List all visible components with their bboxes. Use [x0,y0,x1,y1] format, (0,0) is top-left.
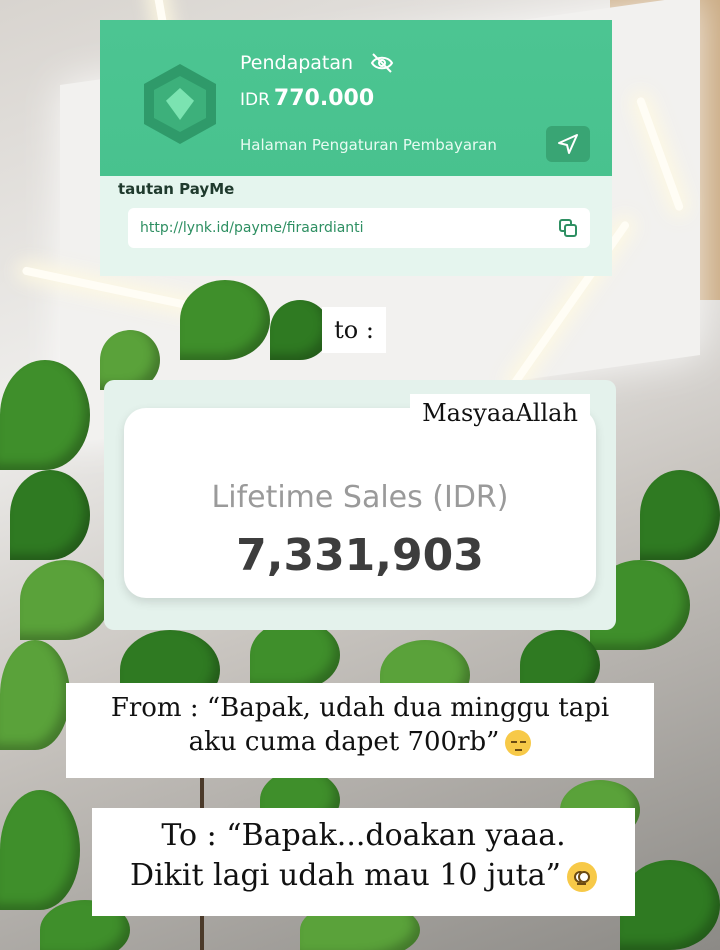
pleading-face-icon [566,861,597,892]
leaf [0,360,90,470]
payme-url-field[interactable]: http://lynk.id/payme/firaardianti [128,208,590,248]
earnings-amount: IDR 770.000 [240,86,374,111]
earnings-title: Pendapatan [240,52,354,74]
caption-from-line1: From : “Bapak, udah dua minggu tapi [110,693,610,723]
lifetime-sales-title: Lifetime Sales (IDR) [211,480,509,515]
copy-icon[interactable] [558,218,578,238]
leaf [10,470,90,560]
caption-to: to : [322,307,386,353]
leaf [0,640,70,750]
leaf [180,280,270,360]
eye-off-icon[interactable] [370,52,394,74]
caption-from-line2: aku cuma dapet 700rb” [188,727,500,758]
leaf [270,300,330,360]
caption-to-line1: To : “Bapak...doakan yaaa. [161,818,566,853]
payment-settings-link[interactable]: Halaman Pengaturan Pembayaran [240,136,497,154]
send-icon [558,134,578,154]
pensive-face-icon [505,730,532,757]
caption-to-line2-wrap: Dikit lagi udah mau 10 juta” [92,856,635,896]
caption-to-line2: Dikit lagi udah mau 10 juta” [130,857,561,893]
leaf [620,860,720,950]
leaf [250,620,340,690]
leaf [0,790,80,910]
caption-from-line2-wrap: aku cuma dapet 700rb” [66,725,654,759]
payme-label: tautan PayMe [118,180,235,198]
send-button[interactable] [546,126,590,162]
leaf [20,560,110,640]
lifetime-sales-value: 7,331,903 [236,530,484,581]
amount-value: 770.000 [273,86,375,111]
leaf [640,470,720,560]
payme-url: http://lynk.id/payme/firaardianti [140,220,364,236]
caption-to-final: To : “Bapak...doakan yaaa. Dikit lagi ud… [92,808,635,916]
currency-label: IDR [240,90,270,110]
caption-from: From : “Bapak, udah dua minggu tapi aku … [66,683,654,778]
lifetime-sales-card: Lifetime Sales (IDR) 7,331,903 [124,408,596,598]
annotation-masyaallah: MasyaaAllah [410,394,590,432]
